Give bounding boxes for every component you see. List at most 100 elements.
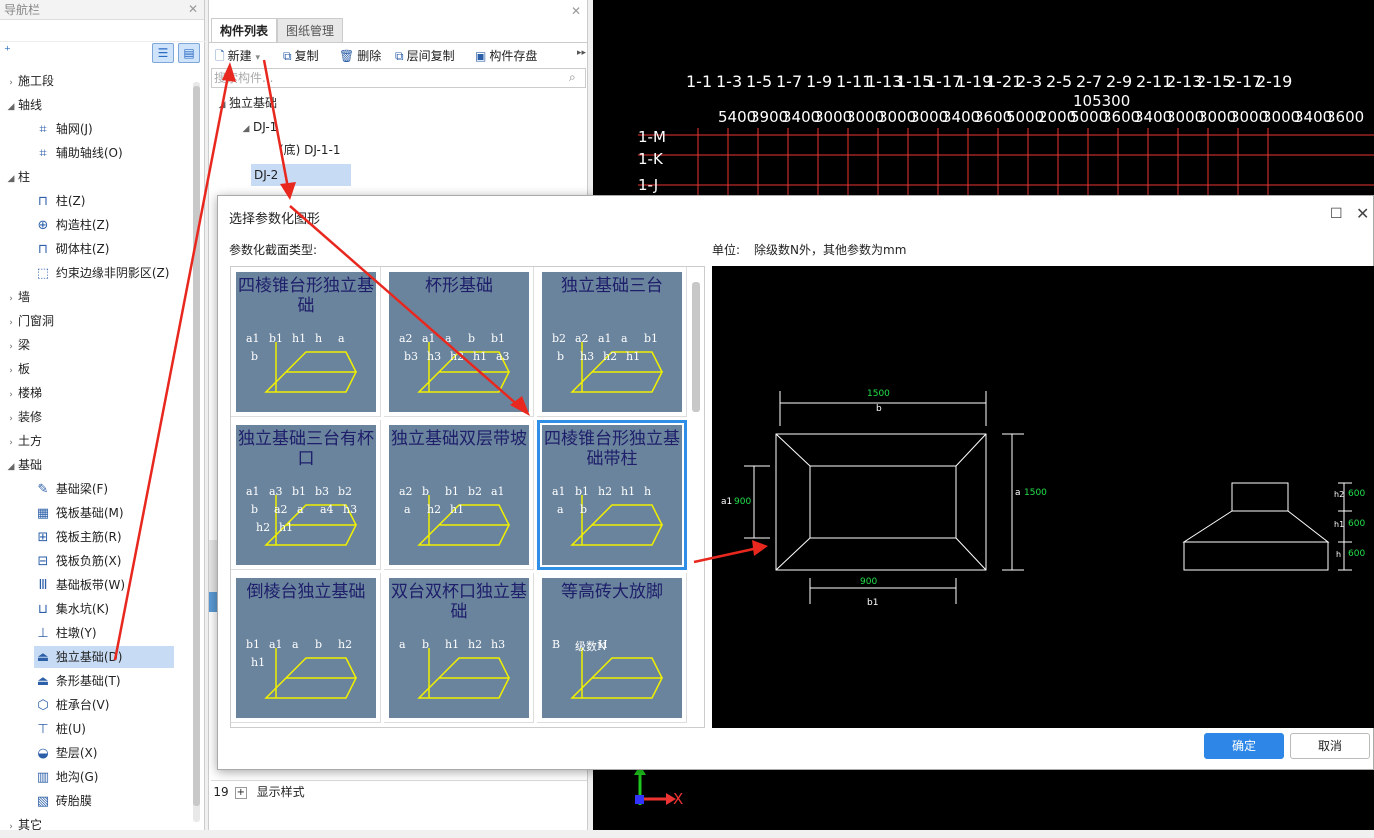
nav-item[interactable]: ⊟ 筏板负筋(X): [34, 550, 122, 572]
shape-option[interactable]: 四棱锥台形独立基础 a1 b1 h1 h a b: [231, 267, 381, 417]
property-row[interactable]: 19 + 显示样式: [211, 780, 587, 802]
nav-group[interactable]: › 墙: [4, 286, 30, 308]
dimension-label: b: [315, 638, 323, 651]
nav-item-label: 梁: [18, 338, 31, 352]
search-icon[interactable]: ⌕: [569, 70, 576, 85]
nav-item[interactable]: ⊤ 桩(U): [34, 718, 86, 740]
search-input[interactable]: 搜索构件...: [211, 68, 586, 88]
nav-item[interactable]: ✎ 基础梁(F): [34, 478, 109, 500]
nav-item-label: 墙: [18, 290, 31, 304]
expand-arrow-icon[interactable]: ›: [4, 312, 18, 334]
copy-button[interactable]: ⧉ 复制: [283, 46, 319, 66]
nav-item[interactable]: ⊕ 构造柱(Z): [34, 214, 110, 236]
tab-component-list[interactable]: 构件列表: [211, 18, 278, 42]
nav-item[interactable]: ⊓ 柱(Z): [34, 190, 86, 212]
shape-option[interactable]: 独立基础双层带坡 a2 b b1 b2 a1 a h2 h1: [384, 420, 534, 570]
tree-item-dj2[interactable]: DJ-2: [251, 164, 351, 186]
nav-item[interactable]: ⌗ 轴网(J): [34, 118, 92, 140]
more-icon[interactable]: ▸▸: [577, 48, 586, 58]
nav-item-label: 筏板主筋(R): [55, 530, 122, 544]
dimension-label: b: [251, 350, 259, 363]
nav-group[interactable]: › 装修: [4, 406, 42, 428]
nav-item[interactable]: ▧ 砖胎膜: [34, 790, 92, 812]
nav-item[interactable]: ⊥ 柱墩(Y): [34, 622, 96, 644]
nav-item[interactable]: ⊞ 筏板主筋(R): [34, 526, 122, 548]
nav-item[interactable]: ▦ 筏板基础(M): [34, 502, 124, 524]
shape-thumbnail: 杯形基础 a2 a1 a b b1 b3 h3 h2 h1 a3: [389, 272, 529, 412]
nav-item-label: 轴线: [18, 98, 43, 112]
nav-item[interactable]: ▥ 地沟(G): [34, 766, 99, 788]
detail-view-icon[interactable]: ▤: [178, 43, 200, 63]
dimension-label: a2: [399, 485, 413, 498]
collapse-arrow-icon[interactable]: ◢: [4, 96, 18, 118]
expand-arrow-icon[interactable]: ›: [4, 72, 18, 94]
shape-option[interactable]: 倒棱台独立基础 b1 a1 a b h2 h1: [231, 573, 381, 723]
nav-item[interactable]: ◒ 垫层(X): [34, 742, 97, 764]
shape-option[interactable]: 等高砖大放脚 B 级数N H: [537, 573, 687, 723]
nav-group[interactable]: › 楼梯: [4, 382, 42, 404]
comp-close-icon[interactable]: ✕: [571, 4, 581, 18]
nav-group[interactable]: › 其它: [4, 814, 42, 836]
new-button[interactable]: 🗋 新建 ▾: [215, 46, 260, 66]
dimension-label: a2: [399, 332, 413, 345]
nav-group[interactable]: › 土方: [4, 430, 42, 452]
shape-option[interactable]: 杯形基础 a2 a1 a b b1 b3 h3 h2 h1 a3: [384, 267, 534, 417]
tree-node-dj1[interactable]: ◢ DJ-1: [239, 116, 278, 140]
expand-arrow-icon[interactable]: ›: [4, 360, 18, 382]
dimension-label: h3: [427, 350, 442, 363]
ok-button[interactable]: 确定: [1204, 733, 1284, 759]
maximize-icon[interactable]: ☐: [1330, 206, 1343, 222]
nav-item[interactable]: ⬚ 约束边缘非阴影区(Z): [34, 262, 170, 284]
grid-scrollbar[interactable]: [692, 282, 700, 412]
shape-option[interactable]: 四棱锥台形独立基础带柱 a1 b1 h2 h1 h a b: [537, 420, 687, 570]
shape-thumbnail: 独立基础三台 b2 a2 a1 a b1 b h3 h2 h1: [542, 272, 682, 412]
list-view-icon[interactable]: ☰: [152, 43, 174, 63]
nav-item[interactable]: ⌗ 辅助轴线(O): [34, 142, 122, 164]
dimension-label: b1: [269, 332, 284, 345]
expand-arrow-icon[interactable]: ›: [4, 384, 18, 406]
nav-close-icon[interactable]: ✕: [188, 2, 198, 16]
nav-scrollbar[interactable]: [193, 82, 200, 822]
dimension-label: b2: [552, 332, 567, 345]
shape-option[interactable]: 独立基础三台有杯口 a1 a3 b1 b3 b2 b a2 a a4 h3 h2 h1: [231, 420, 381, 570]
collapse-arrow-icon[interactable]: ◢: [4, 456, 18, 478]
nav-item[interactable]: Ⅲ 基础板带(W): [34, 574, 126, 596]
tab-drawing-manage[interactable]: 图纸管理: [277, 18, 344, 42]
expand-arrow-icon[interactable]: ›: [4, 432, 18, 454]
shape-option[interactable]: 双台双杯口独立基础 a b h1 h2 h3: [384, 573, 534, 723]
collapse-arrow-icon[interactable]: ◢: [4, 168, 18, 190]
expand-plus-icon[interactable]: +: [234, 786, 247, 799]
expand-arrow-icon[interactable]: ◢: [215, 94, 229, 116]
expand-arrow-icon[interactable]: ›: [4, 288, 18, 310]
save-component-button[interactable]: ▣ 构件存盘: [475, 46, 537, 66]
nav-item[interactable]: ⏏ 独立基础(D): [34, 646, 174, 668]
close-icon[interactable]: ✕: [1356, 204, 1369, 223]
nav-group[interactable]: › 施工段: [4, 70, 54, 92]
nav-item[interactable]: ⬡ 桩承台(V): [34, 694, 109, 716]
chevron-down-icon[interactable]: ▾: [256, 53, 261, 63]
floor-copy-button[interactable]: ⧉ 层间复制: [395, 46, 455, 66]
shape-option[interactable]: 独立基础三台 b2 a2 a1 a b1 b h3 h2 h1: [537, 267, 687, 417]
component-type-icon: ⊤: [37, 722, 49, 737]
nav-group[interactable]: ◢ 轴线: [4, 94, 42, 116]
tree-root[interactable]: ◢ 独立基础: [215, 92, 277, 114]
nav-item[interactable]: ⊔ 集水坑(K): [34, 598, 109, 620]
expand-arrow-icon[interactable]: ›: [4, 336, 18, 358]
nav-group[interactable]: ◢ 基础: [4, 454, 42, 476]
nav-group[interactable]: › 门窗洞: [4, 310, 54, 332]
nav-item[interactable]: ⏏ 条形基础(T): [34, 670, 121, 692]
delete-button[interactable]: 🗑 删除: [339, 46, 381, 66]
nav-item-label: 筏板负筋(X): [55, 554, 122, 568]
nav-group[interactable]: ◢ 柱: [4, 166, 30, 188]
expand-arrow-icon[interactable]: ›: [4, 408, 18, 430]
add-icon[interactable]: ⁺: [4, 44, 11, 59]
expand-arrow-icon[interactable]: ›: [4, 816, 18, 838]
nav-item[interactable]: ⊓ 砌体柱(Z): [34, 238, 110, 260]
nav-item-label: 垫层(X): [55, 746, 98, 760]
tree-leaf-dj1-1[interactable]: (底) DJ-1-1: [279, 139, 340, 161]
cancel-button[interactable]: 取消: [1290, 733, 1370, 759]
expand-arrow-icon[interactable]: ◢: [239, 118, 253, 140]
shape-preview: 1500 b a 1500 a1 900 900 b1 h2 600 h1 60…: [712, 266, 1374, 728]
nav-group[interactable]: › 梁: [4, 334, 30, 356]
nav-group[interactable]: › 板: [4, 358, 30, 380]
